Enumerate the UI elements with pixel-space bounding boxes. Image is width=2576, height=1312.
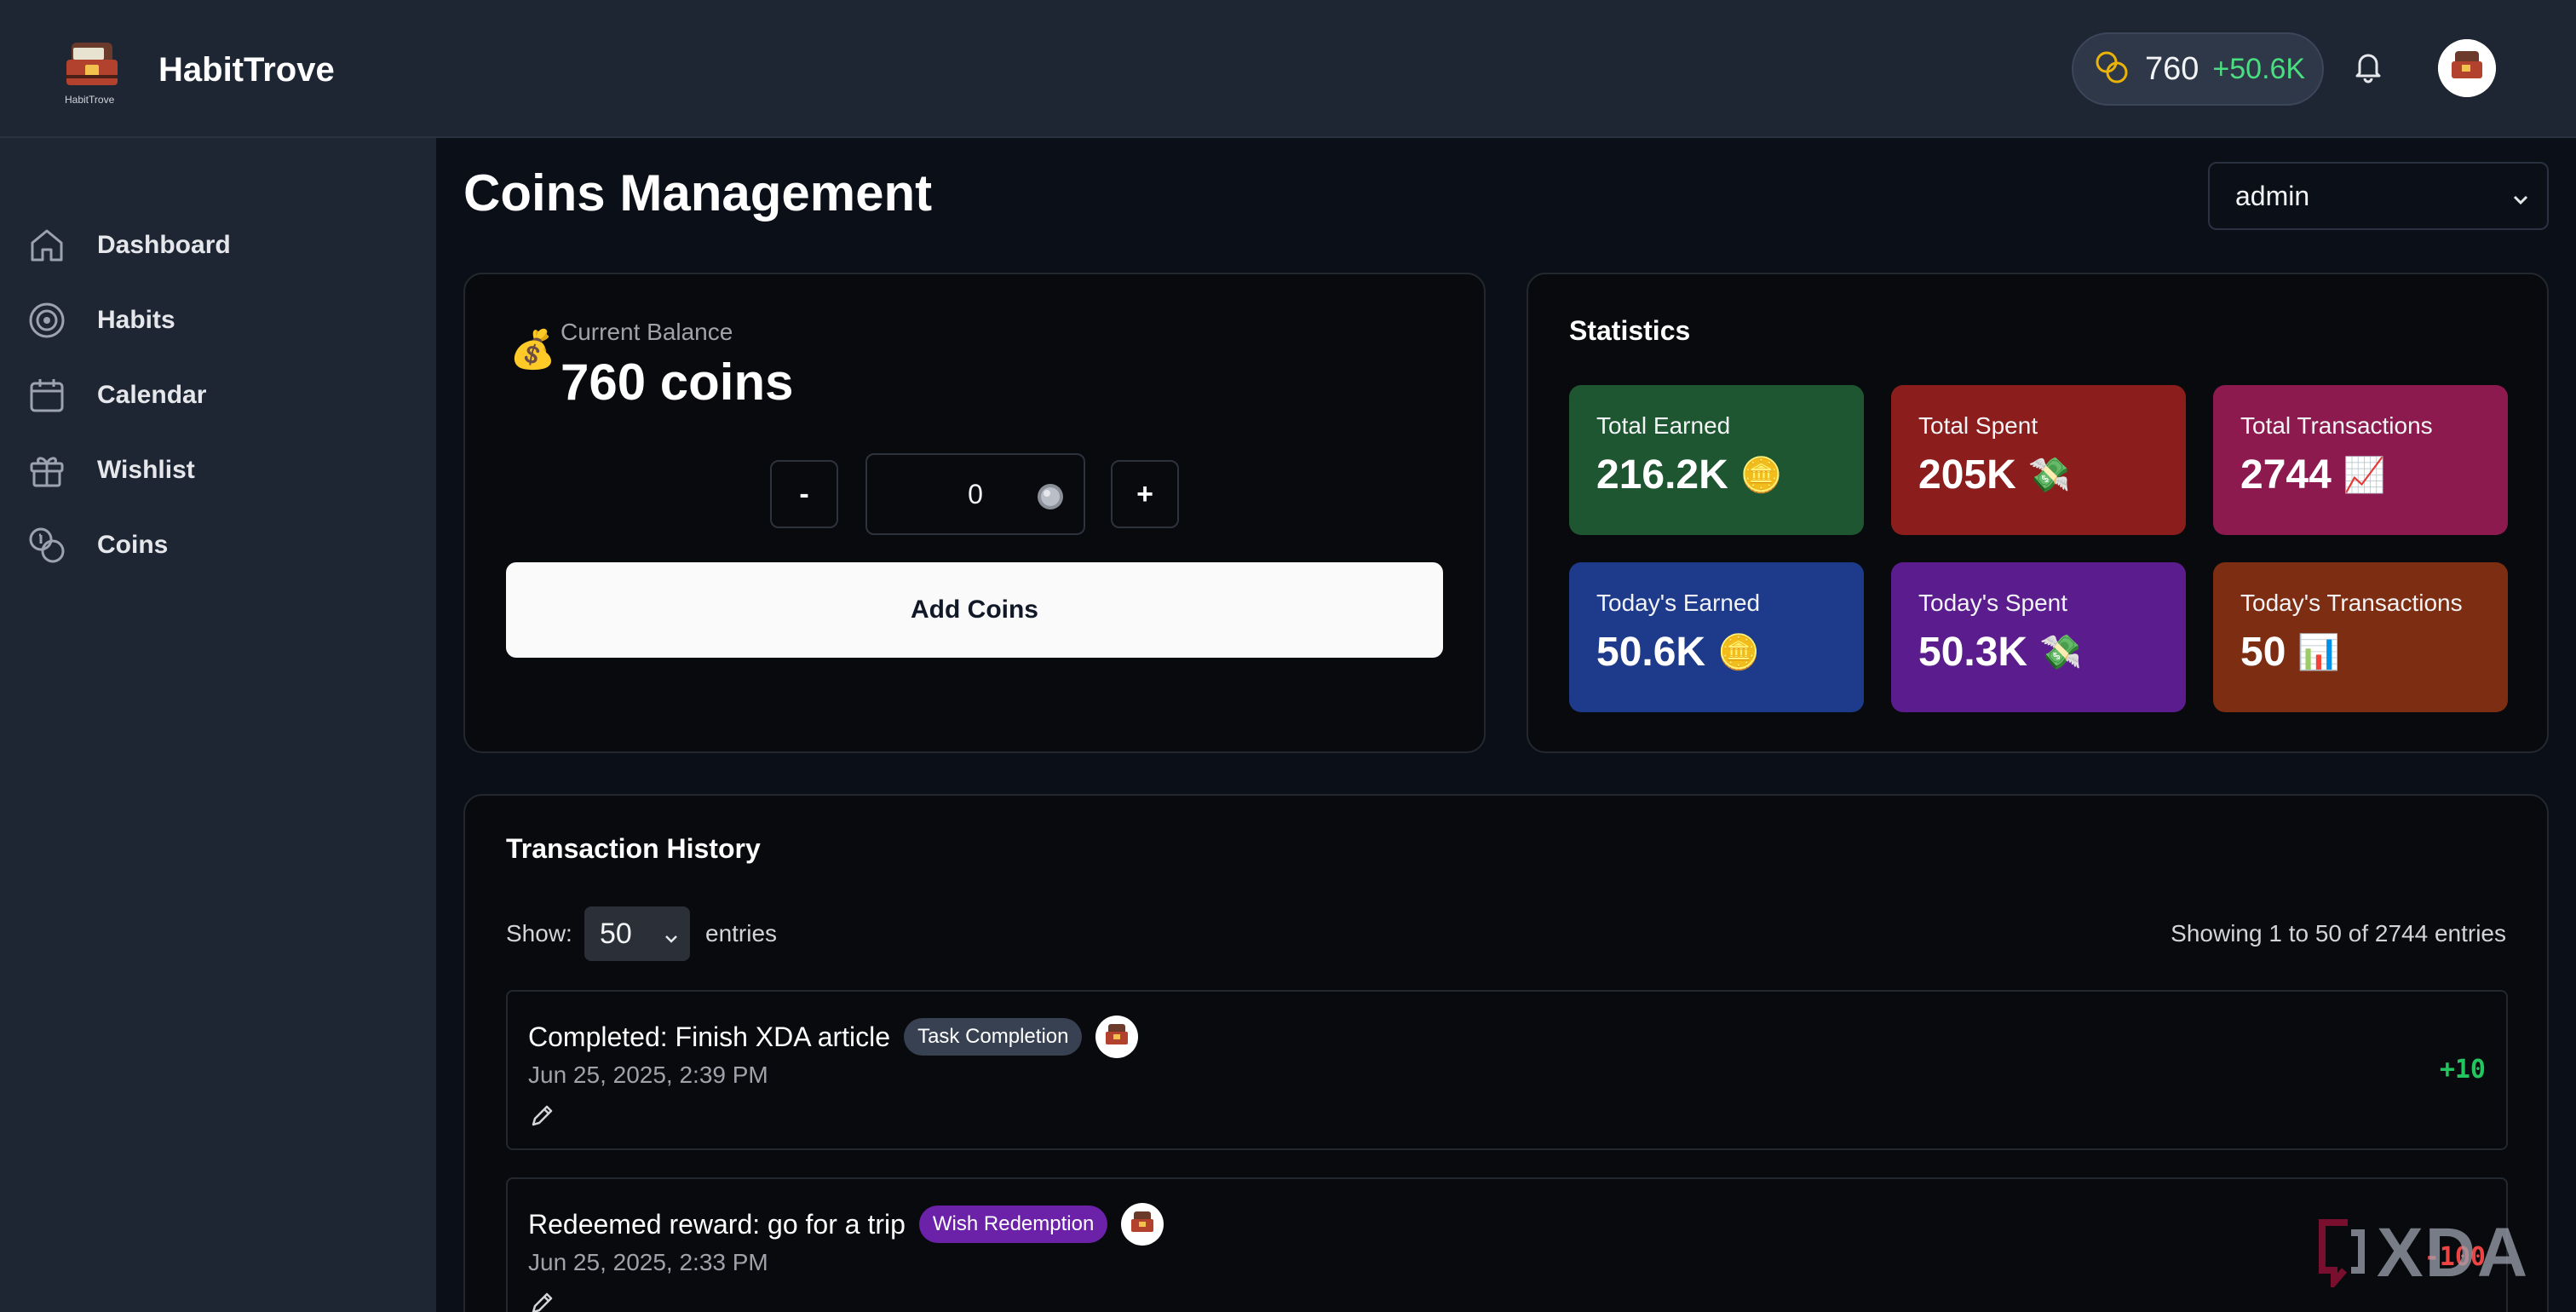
entries-label: entries [705,920,778,947]
gift-icon [26,449,68,492]
brand[interactable]: HabitTrove HabitTrove [60,37,335,106]
stat-total-transactions: Total Transactions 2744 📈 [2213,385,2508,535]
transaction-date: Jun 25, 2025, 2:39 PM [528,1062,768,1088]
transaction-history-card: Transaction History Show: 50 entries Sho… [463,794,2549,1312]
transaction-row: Redeemed reward: go for a trip Wish Rede… [506,1177,2508,1312]
sidebar-item-label: Coins [97,531,169,559]
app-logo: HabitTrove [60,37,129,106]
add-coins-button[interactable]: Add Coins [506,562,1443,658]
pencil-icon[interactable] [528,1290,555,1312]
show-label: Show: [506,920,572,947]
calendar-icon [26,374,68,417]
app-logo-caption: HabitTrove [65,94,115,106]
page-title: Coins Management [463,164,933,222]
stat-label: Today's Transactions [2240,590,2463,616]
statistics-title: Statistics [1569,315,1691,346]
stat-today-transactions: Today's Transactions 50 📊 [2213,562,2508,712]
coins-icon [2094,49,2130,89]
coin-balance-pill[interactable]: 760 +50.6K [2072,32,2324,106]
stat-label: Total Transactions [2240,412,2433,439]
stat-value: 216.2K [1596,452,1728,498]
user-avatar [1121,1203,1164,1246]
sidebar-item-wishlist[interactable]: Wishlist [26,440,400,501]
stat-label: Today's Earned [1596,590,1761,616]
coin-icon [1036,482,1065,518]
stat-today-earned: Today's Earned 50.6K 🪙 [1569,562,1864,712]
showing-count: Showing 1 to 50 of 2744 entries [2171,920,2506,947]
coin-icon: 🪙 [1717,634,1760,671]
transaction-description: Redeemed reward: go for a trip [528,1208,906,1240]
coin-icon: 🪙 [1739,457,1783,494]
money-wings-icon: 💸 [2027,457,2071,494]
statistics-card: Statistics Total Earned 216.2K 🪙 Total Sp… [1527,273,2549,753]
history-title: Transaction History [506,833,761,864]
stat-value: 205K [1918,452,2016,498]
transaction-amount: +10 [2439,1055,2486,1085]
chart-up-icon: 📈 [2343,457,2386,494]
home-icon [26,224,68,267]
xda-watermark: XDA [2314,1213,2529,1293]
stat-value: 50.6K [1596,630,1706,675]
transaction-type-badge: Wish Redemption [918,1206,1108,1243]
sidebar-item-label: Habits [97,306,175,334]
sidebar: Dashboard Habits Calendar Wishlist Coins [0,138,436,1312]
stat-label: Total Spent [1918,412,2038,439]
sidebar-item-habits[interactable]: Habits [26,290,400,351]
page-size-select[interactable]: 50 [584,906,690,961]
bar-chart-icon: 📊 [2297,634,2341,671]
header-coin-amount: 760 [2145,50,2199,87]
user-select[interactable]: admin [2208,162,2549,230]
sidebar-item-label: Calendar [97,381,207,409]
xda-logo-icon [2314,1216,2368,1292]
bell-icon[interactable] [2353,49,2383,83]
sidebar-item-label: Wishlist [97,456,195,484]
stat-label: Today's Spent [1918,590,2068,616]
sidebar-item-calendar[interactable]: Calendar [26,365,400,426]
user-avatar[interactable] [2438,39,2496,97]
coin-amount-value: 0 [968,478,983,509]
stat-value: 50 [2240,630,2286,675]
header-coin-delta: +50.6K [2212,52,2306,85]
pencil-icon[interactable] [528,1102,555,1134]
stat-total-earned: Total Earned 216.2K 🪙 [1569,385,1864,535]
transaction-description: Completed: Finish XDA article [528,1021,891,1052]
stat-total-spent: Total Spent 205K 💸 [1891,385,2186,535]
money-wings-icon: 💸 [2039,634,2082,671]
transaction-date: Jun 25, 2025, 2:33 PM [528,1249,768,1275]
money-bag-icon: 💰 [509,329,556,371]
increment-button[interactable]: + [1111,460,1179,528]
sidebar-item-dashboard[interactable]: Dashboard [26,215,400,276]
decrement-button[interactable]: - [770,460,838,528]
stat-today-spent: Today's Spent 50.3K 💸 [1891,562,2186,712]
coin-amount-input[interactable]: 0 [865,453,1085,535]
stat-value: 50.3K [1918,630,2028,675]
balance-value: 760 coins [561,354,794,411]
chevron-down-icon [661,924,681,957]
user-avatar [1095,1016,1139,1058]
sidebar-item-label: Dashboard [97,231,231,259]
chevron-down-icon [2510,186,2532,217]
balance-label: Current Balance [561,319,733,345]
top-bar: HabitTrove HabitTrove 760 +50.6K [0,0,2576,138]
xda-watermark-text: XDA [2377,1214,2530,1292]
transaction-row: Completed: Finish XDA article Task Compl… [506,990,2508,1150]
sidebar-item-coins[interactable]: Coins [26,515,400,576]
transaction-type-badge: Task Completion [904,1018,1083,1056]
target-icon [26,299,68,342]
user-select-value: admin [2235,180,2310,211]
stat-label: Total Earned [1596,412,1731,439]
stat-value: 2744 [2240,452,2332,498]
page-size-value: 50 [600,917,632,950]
balance-card: 💰 Current Balance 760 coins - 0 + Add Co… [463,273,1486,753]
coins-icon [26,524,68,567]
app-name: HabitTrove [158,50,335,89]
